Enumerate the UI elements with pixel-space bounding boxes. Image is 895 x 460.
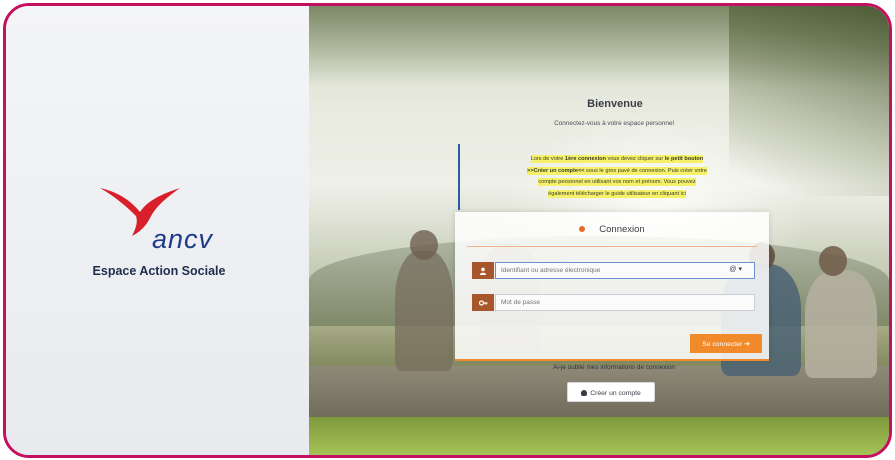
welcome-title: Bienvenue [587,98,643,110]
identifier-input[interactable] [495,262,755,279]
create-account-button[interactable]: Créer un compte [567,382,655,402]
notice-emphasis: le petit bouton [664,155,704,163]
ancv-logo: ancv Espace Action Sociale [68,182,248,292]
ancv-wordmark: ancv [152,224,214,254]
brand-subtitle: Espace Action Sociale [92,264,226,278]
create-account-label: Créer un compte [590,390,641,397]
forgot-credentials-link[interactable]: Ai-je oublié mes informations de connexi… [524,364,704,371]
notice-text: Lors de votre [530,155,565,163]
user-icon [579,226,586,233]
person-silhouette [805,270,877,378]
notice-emphasis: >>Créer un compte<< [526,166,585,175]
login-divider [467,246,757,247]
user-icon [472,262,494,279]
grass [309,417,889,455]
notice-emphasis: 1ère connexion [564,155,606,163]
notice-text: compte personnel en utilisant vos nom et… [538,178,696,186]
page-frame: ancv Espace Action Sociale Bienvenue Con… [3,3,892,458]
user-guide-link[interactable]: également télécharger le guide utilisate… [548,189,686,198]
login-title: Connexion [455,224,769,235]
password-row [472,294,755,311]
password-input[interactable] [495,294,755,311]
connect-button[interactable]: Se connecter ➔ [690,334,762,353]
welcome-subtitle: Connectez-vous à votre espace personnel [554,120,674,127]
first-login-notice: Lors de votre 1ère connexion vous devez … [458,144,774,210]
login-title-text: Connexion [599,224,645,235]
at-dropdown-icon[interactable]: @ ▾ [729,265,742,273]
key-icon [472,294,494,311]
brand-panel: ancv Espace Action Sociale [6,6,309,455]
notice-text: sous le gros pavé de connexion. Puis cré… [584,166,708,175]
add-user-icon [581,390,588,397]
person-silhouette [395,251,453,371]
login-bottom-accent [455,359,769,361]
identifier-row: @ ▾ [472,262,755,279]
notice-text: vous devez cliquer sur [605,155,665,163]
person-head [410,230,438,260]
person-head [819,246,847,276]
